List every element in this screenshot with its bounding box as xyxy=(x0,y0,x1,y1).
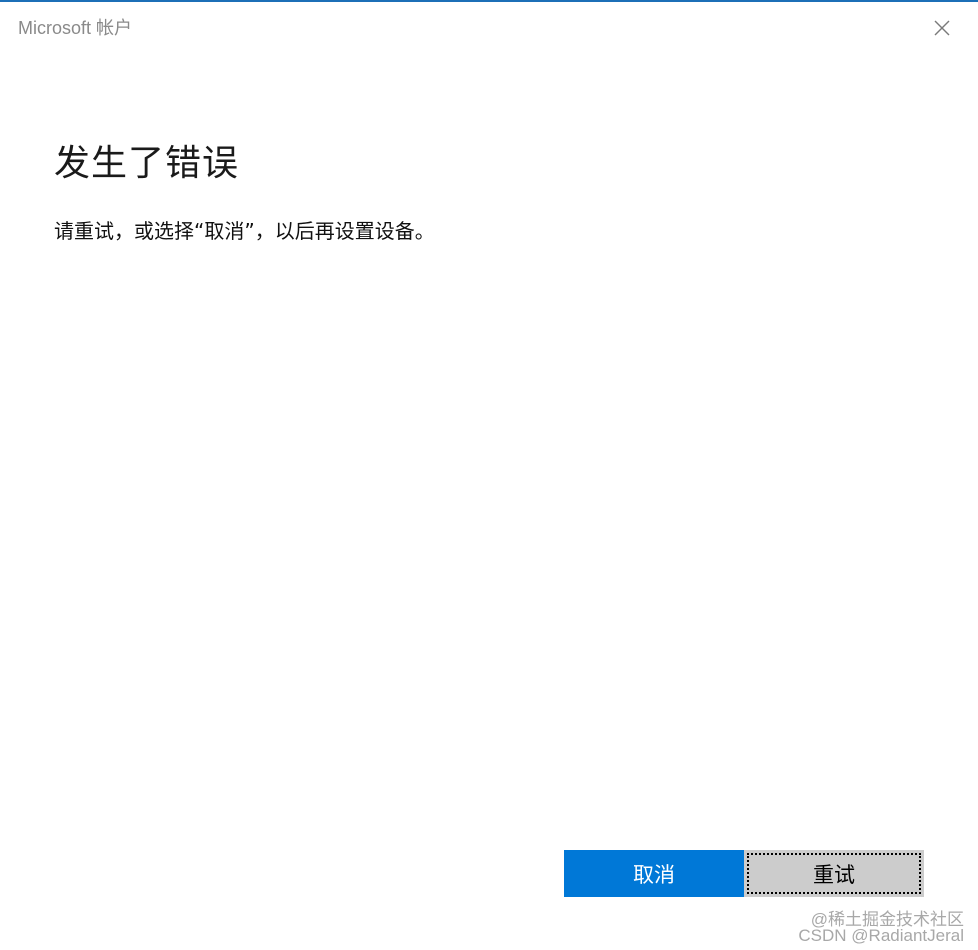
error-message: 请重试，或选择“取消”，以后再设置设备。 xyxy=(54,219,435,243)
watermark-csdn: CSDN @RadiantJeral xyxy=(798,926,964,945)
retry-button[interactable]: 重试 xyxy=(744,850,924,897)
dialog-window: Microsoft 帐户 发生了错误 请重试，或选择“取消”，以后再设置设备。 … xyxy=(0,0,978,950)
cancel-button[interactable]: 取消 xyxy=(564,850,744,897)
window-title: Microsoft 帐户 xyxy=(18,18,133,38)
close-button[interactable] xyxy=(930,16,954,40)
close-icon xyxy=(934,20,950,36)
title-bar: Microsoft 帐户 xyxy=(0,2,978,50)
error-headline: 发生了错误 xyxy=(54,143,240,184)
